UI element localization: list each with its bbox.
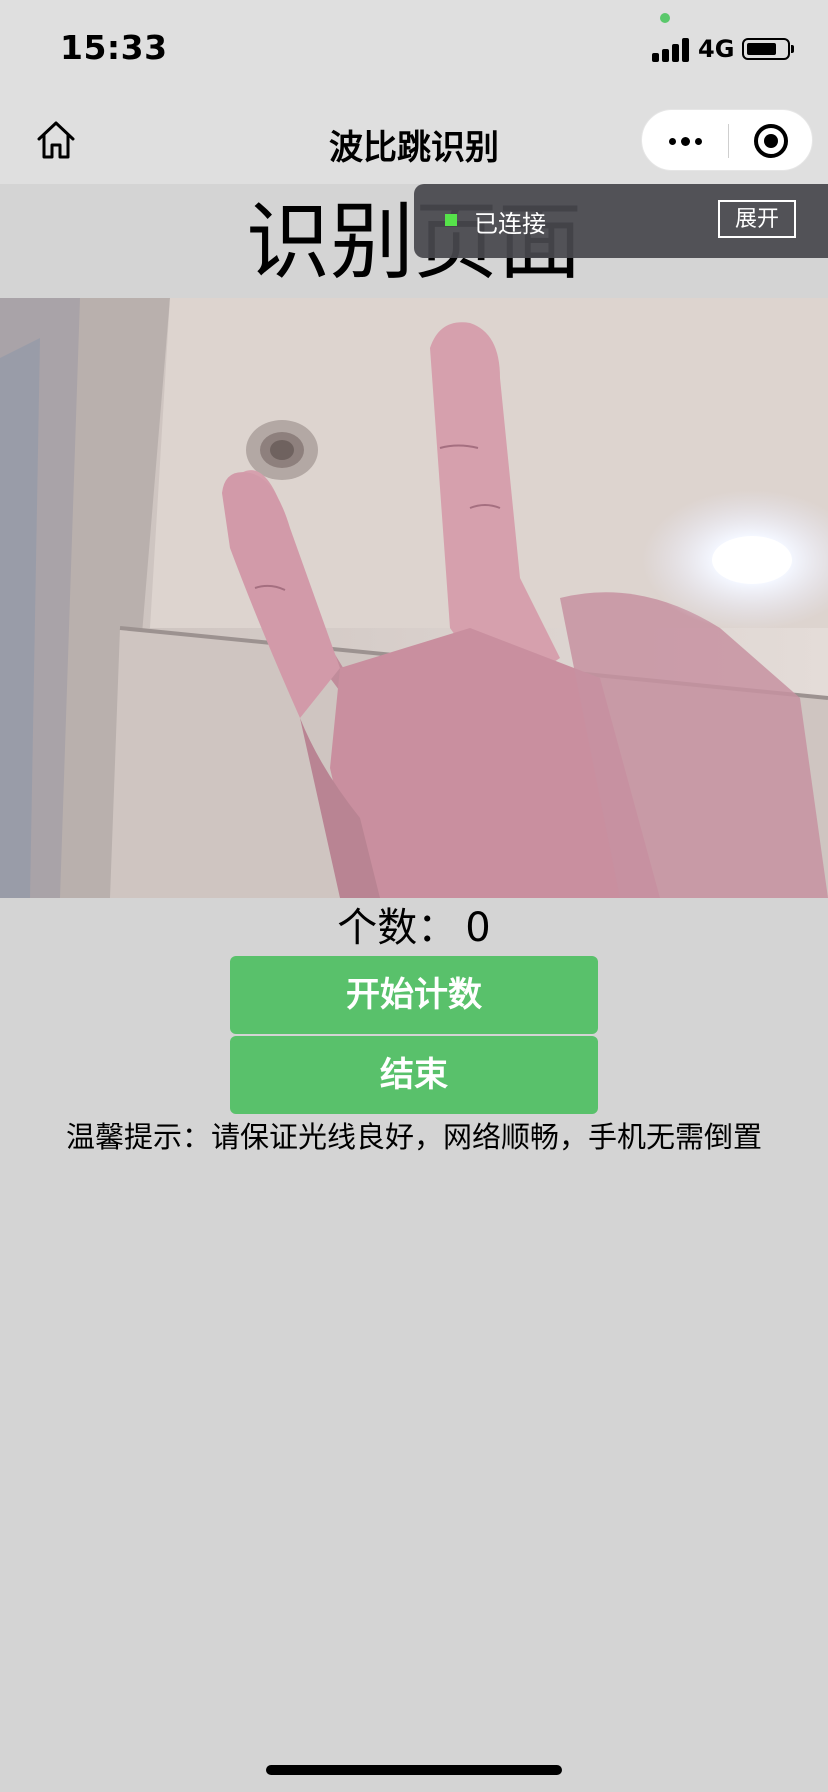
camera-preview <box>0 298 828 898</box>
count-display: 个数： 0 <box>0 900 828 956</box>
battery-icon <box>742 38 790 60</box>
privacy-indicator-icon <box>660 13 670 23</box>
battery-nub <box>791 45 794 53</box>
target-circle-icon[interactable] <box>728 110 814 172</box>
connection-panel: 已连接 展开 <box>414 184 828 258</box>
mini-program-capsule <box>641 109 813 171</box>
nav-bar: 波比跳识别 <box>0 96 828 184</box>
start-count-button[interactable]: 开始计数 <box>230 956 598 1034</box>
end-button[interactable]: 结束 <box>230 1036 598 1114</box>
connection-indicator-icon <box>445 214 457 226</box>
tip-text: 温馨提示：请保证光线良好，网络顺畅，手机无需倒置 <box>65 1120 762 1154</box>
expand-button[interactable]: 展开 <box>718 200 796 238</box>
more-dots-icon[interactable] <box>642 110 728 172</box>
signal-strength-icon <box>652 38 692 62</box>
network-type: 4G <box>698 35 735 63</box>
status-bar: 15:33 4G <box>0 0 828 96</box>
connection-status: 已连接 <box>474 210 546 238</box>
status-time: 15:33 <box>60 28 168 67</box>
count-value: 0 <box>465 905 491 951</box>
count-label: 个数： <box>337 905 458 951</box>
home-indicator[interactable] <box>266 1765 562 1775</box>
